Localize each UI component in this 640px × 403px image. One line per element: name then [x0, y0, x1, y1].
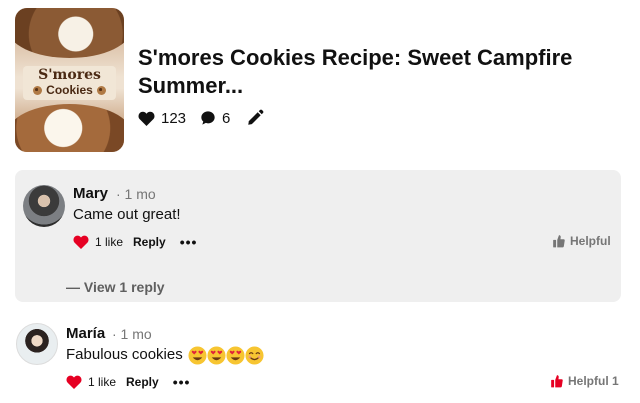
helpful-button[interactable]: Helpful 1 — [551, 374, 619, 388]
comment-author[interactable]: María — [66, 325, 105, 342]
heart-icon[interactable] — [66, 375, 82, 389]
heart-icon[interactable] — [73, 235, 89, 249]
cookie-image-bottom — [15, 104, 124, 152]
likes-count: 123 — [161, 109, 187, 127]
comment-text: Fabulous cookies — [66, 346, 183, 363]
thumbnail-text-line2-row: Cookies — [33, 83, 106, 98]
pencil-icon — [248, 109, 264, 125]
comment-bubble-icon — [201, 111, 215, 125]
avatar[interactable] — [16, 323, 58, 365]
reply-button[interactable]: Reply — [133, 235, 166, 249]
cookie-icon — [33, 86, 43, 95]
like-count[interactable]: 1 like — [88, 375, 116, 389]
comment-text: Came out great! — [73, 206, 181, 223]
recipe-header: S'mores Cookies S'mores Cookies Recipe: … — [15, 8, 625, 152]
reply-button[interactable]: Reply — [126, 375, 159, 389]
helpful-label: Helpful — [570, 234, 611, 248]
comment-actions: 1 like Reply ••• — [66, 374, 190, 390]
thumbs-up-icon — [551, 375, 563, 388]
avatar[interactable] — [23, 185, 65, 227]
helpful-label: Helpful 1 — [568, 374, 619, 388]
comment-actions: 1 like Reply ••• — [73, 234, 197, 250]
smiling-emoji — [245, 346, 264, 365]
comment-time: · 1 mo — [112, 326, 152, 342]
comment-author[interactable]: Mary — [73, 185, 108, 202]
thumbs-up-icon — [553, 235, 565, 248]
cookie-image-top — [15, 8, 124, 58]
more-options-button[interactable]: ••• — [173, 375, 191, 389]
heart-eyes-emoji — [188, 346, 207, 365]
thumbnail-label: S'mores Cookies — [23, 66, 116, 100]
comments-count: 6 — [222, 109, 231, 127]
heart-eyes-emoji — [226, 346, 245, 365]
helpful-button[interactable]: Helpful — [553, 234, 611, 248]
recipe-thumbnail[interactable]: S'mores Cookies — [15, 8, 124, 152]
more-options-button[interactable]: ••• — [180, 235, 198, 249]
edit-button[interactable] — [246, 109, 264, 127]
thumbnail-text-line1: S'mores — [38, 67, 101, 83]
recipe-title[interactable]: S'mores Cookies Recipe: Sweet Campfire S… — [138, 44, 618, 100]
view-replies-button[interactable]: — View 1 reply — [66, 279, 165, 295]
cookie-icon — [96, 86, 106, 95]
likes-stat[interactable]: 123 — [138, 110, 186, 127]
like-count[interactable]: 1 like — [95, 235, 123, 249]
comment-time: · 1 mo — [116, 186, 156, 202]
heart-eyes-emoji — [207, 346, 226, 365]
thumbnail-text-line2: Cookies — [46, 83, 93, 97]
recipe-stats: 123 6 — [138, 108, 264, 128]
comment-emojis — [188, 346, 264, 365]
heart-icon — [138, 111, 155, 126]
comments-stat[interactable]: 6 — [200, 110, 230, 127]
